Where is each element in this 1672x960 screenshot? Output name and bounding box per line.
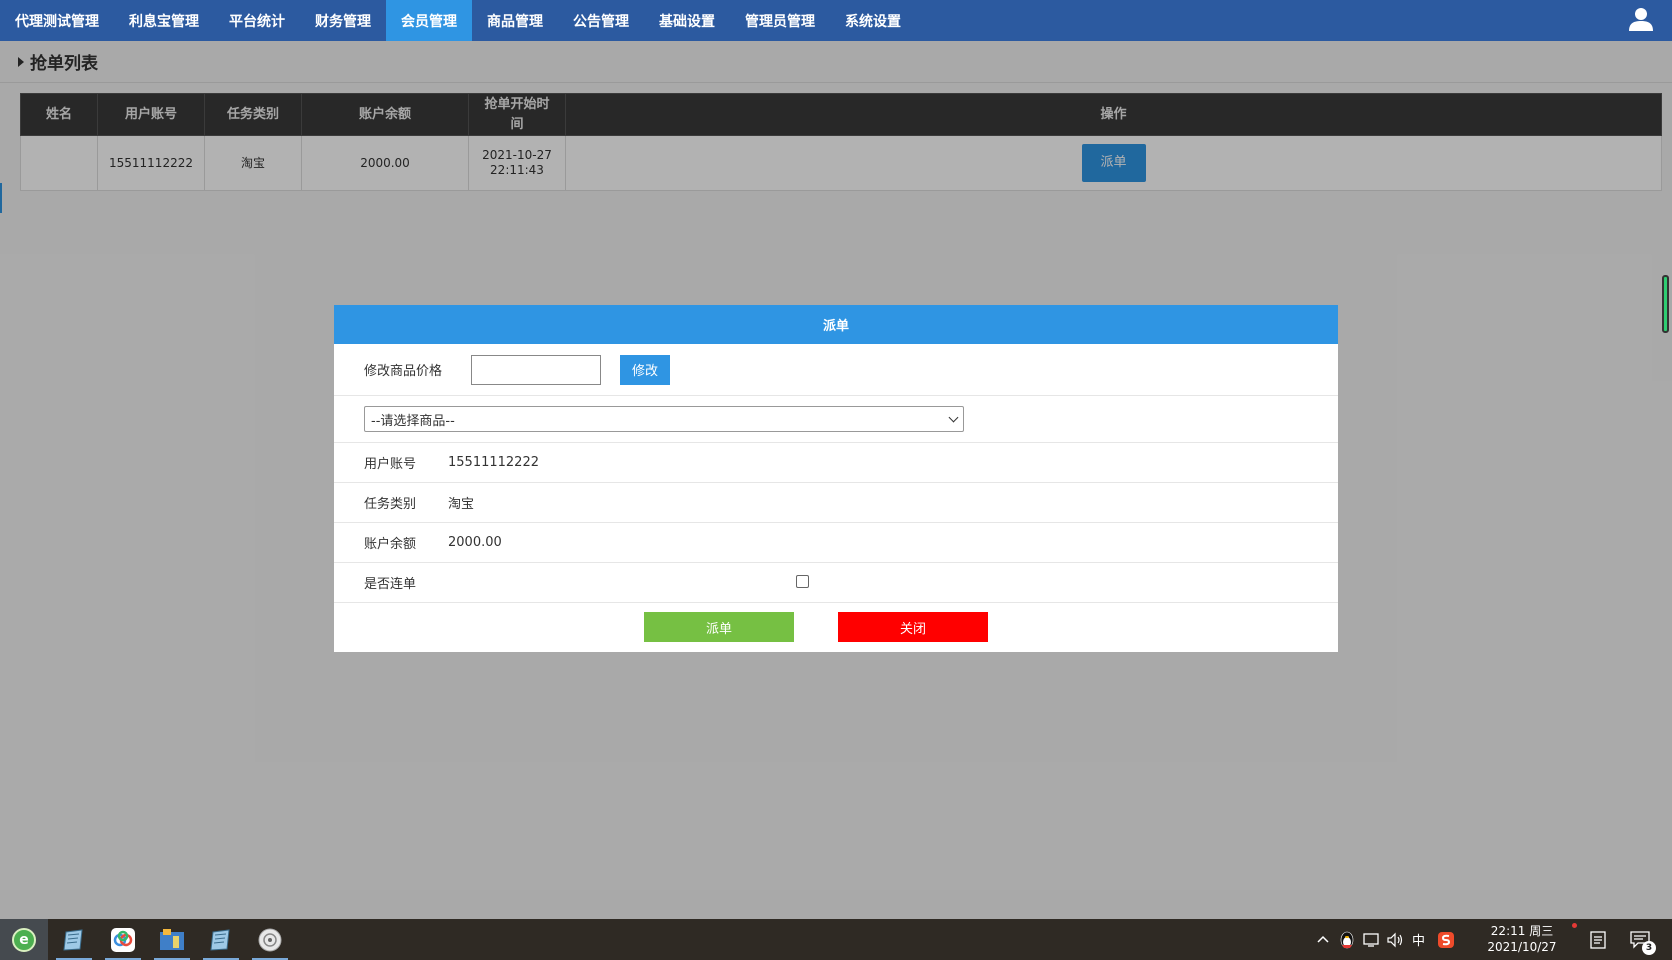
start-orb-icon: e: [12, 927, 36, 952]
user-icon[interactable]: [1628, 6, 1654, 32]
price-row: 修改商品价格 修改: [334, 344, 1338, 396]
start-button[interactable]: e: [0, 919, 48, 960]
nav-item-members[interactable]: 会员管理: [386, 0, 472, 41]
tray-notes[interactable]: [1590, 919, 1606, 960]
tray-expand[interactable]: [1316, 919, 1330, 960]
taskbar: e 中 22:11 周三 2021/10/27 3: [0, 919, 1672, 960]
notification-count-badge: 3: [1642, 941, 1656, 955]
nav-item-products[interactable]: 商品管理: [472, 0, 558, 41]
speaker-icon: [1387, 932, 1403, 947]
penguin-icon: [1340, 931, 1354, 948]
clock-date: 2021/10/27: [1487, 940, 1557, 954]
tray-ime[interactable]: 中: [1412, 919, 1425, 960]
notes-icon: [1590, 930, 1606, 949]
tray-sogou[interactable]: [1437, 919, 1455, 960]
continuous-checkbox[interactable]: [796, 575, 809, 588]
nav-item-admins[interactable]: 管理员管理: [730, 0, 830, 41]
modal-actions: 派单 关闭: [334, 612, 1338, 644]
tray-volume[interactable]: [1386, 919, 1404, 960]
tray-qq[interactable]: [1338, 919, 1356, 960]
chevron-up-icon: [1317, 935, 1329, 943]
task-type-row: 任务类别 淘宝: [334, 483, 1338, 523]
close-button[interactable]: 关闭: [838, 612, 988, 642]
taskbar-app-4[interactable]: [199, 919, 243, 960]
nav-item-finance[interactable]: 财务管理: [300, 0, 386, 41]
cloud-drive-icon: [111, 927, 135, 952]
balance-row: 账户余额 2000.00: [334, 523, 1338, 563]
task-type-label: 任务类别: [364, 497, 417, 512]
account-label: 用户账号: [364, 457, 417, 472]
clock[interactable]: 22:11 周三 2021/10/27: [1486, 923, 1558, 955]
dispatch-modal: 派单 修改商品价格 修改 --请选择商品-- 用户账号 15511112222 …: [334, 305, 1338, 652]
nav-item-announcements[interactable]: 公告管理: [558, 0, 644, 41]
taskbar-app-5[interactable]: [248, 919, 292, 960]
disc-app-icon: [258, 928, 282, 951]
archive-app-icon: [160, 928, 184, 950]
modify-button[interactable]: 修改: [620, 354, 671, 385]
task-type-value: 淘宝: [448, 497, 475, 512]
account-value: 15511112222: [448, 455, 539, 470]
price-input[interactable]: [471, 354, 602, 385]
balance-label: 账户余额: [364, 537, 417, 552]
nav-item-basic-settings[interactable]: 基础设置: [644, 0, 730, 41]
nav-item-system-settings[interactable]: 系统设置: [830, 0, 916, 41]
taskbar-app-1[interactable]: [52, 919, 96, 960]
price-label: 修改商品价格: [364, 364, 443, 379]
account-row: 用户账号 15511112222: [334, 443, 1338, 483]
nav-item-interest[interactable]: 利息宝管理: [114, 0, 214, 41]
product-select[interactable]: --请选择商品--: [364, 406, 964, 432]
input-method-icon: [1438, 931, 1454, 948]
continuous-row: 是否连单: [334, 563, 1338, 603]
balance-value: 2000.00: [448, 535, 502, 550]
confirm-dispatch-button[interactable]: 派单: [644, 612, 794, 642]
product-select-value: --请选择商品--: [371, 413, 455, 429]
taskbar-app-2[interactable]: [101, 919, 145, 960]
top-nav: 代理测试管理 利息宝管理 平台统计 财务管理 会员管理 商品管理 公告管理 基础…: [0, 0, 1672, 41]
clock-time: 22:11 周三: [1490, 924, 1554, 938]
modal-title: 派单: [334, 305, 1338, 344]
taskbar-app-3[interactable]: [150, 919, 194, 960]
tray-network[interactable]: [1363, 919, 1381, 960]
notebook-app-icon: [210, 928, 230, 951]
notification-dot: [1572, 923, 1577, 928]
continuous-label: 是否连单: [364, 577, 417, 592]
network-icon: [1363, 932, 1379, 947]
product-row: --请选择商品--: [334, 396, 1338, 443]
side-scroll-indicator[interactable]: [1662, 275, 1669, 333]
nav-item-platform-stats[interactable]: 平台统计: [214, 0, 300, 41]
notebook-app-icon: [63, 928, 83, 951]
chevron-down-icon: [948, 412, 959, 422]
nav-item-agent-test[interactable]: 代理测试管理: [0, 0, 114, 41]
